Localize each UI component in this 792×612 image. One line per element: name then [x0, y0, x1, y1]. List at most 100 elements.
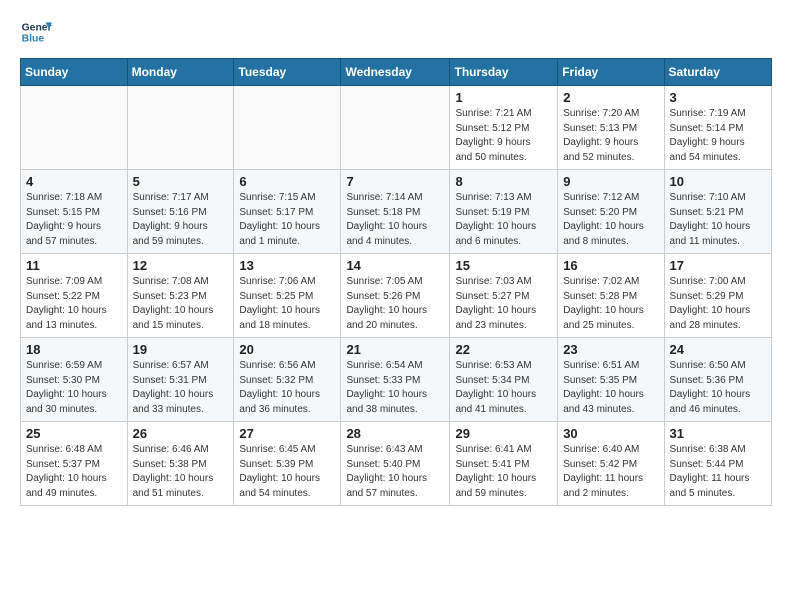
col-header-sunday: Sunday [21, 59, 128, 86]
calendar-cell: 23Sunrise: 6:51 AM Sunset: 5:35 PM Dayli… [558, 338, 664, 422]
day-info: Sunrise: 7:15 AM Sunset: 5:17 PM Dayligh… [239, 191, 335, 249]
calendar-cell: 1Sunrise: 7:21 AM Sunset: 5:12 PM Daylig… [450, 86, 558, 170]
day-info: Sunrise: 6:43 AM Sunset: 5:40 PM Dayligh… [346, 443, 444, 501]
day-number: 16 [563, 258, 658, 273]
calendar-header-row: SundayMondayTuesdayWednesdayThursdayFrid… [21, 59, 772, 86]
calendar-cell: 16 Sunrise: 7:02 AM Sunset: 5:28 PM Dayli… [558, 254, 664, 338]
calendar-week-2: 4 Sunrise: 7:18 AM Sunset: 5:15 PM Daylig… [21, 170, 772, 254]
day-number: 11 [26, 258, 122, 273]
calendar-cell: 20 Sunrise: 6:56 AM Sunset: 5:32 PM Dayli… [234, 338, 341, 422]
day-info: Sunrise: 7:02 AM Sunset: 5:28 PM Dayligh… [563, 275, 658, 333]
calendar-cell: 24 Sunrise: 6:50 AM Sunset: 5:36 PM Dayli… [664, 338, 771, 422]
calendar-cell: 2 Sunrise: 7:20 AM Sunset: 5:13 PM Daylig… [558, 86, 664, 170]
calendar-cell: 15 Sunrise: 7:03 AM Sunset: 5:27 PM Dayli… [450, 254, 558, 338]
day-info: Sunrise: 7:08 AM Sunset: 5:23 PM Dayligh… [133, 275, 229, 333]
calendar-cell: 19Sunrise: 6:57 AM Sunset: 5:31 PM Dayli… [127, 338, 234, 422]
calendar-week-1: 1Sunrise: 7:21 AM Sunset: 5:12 PM Daylig… [21, 86, 772, 170]
day-number: 20 [239, 342, 335, 357]
calendar-cell: 31Sunrise: 6:38 AM Sunset: 5:44 PM Dayli… [664, 422, 771, 506]
calendar-body: 1Sunrise: 7:21 AM Sunset: 5:12 PM Daylig… [21, 86, 772, 506]
day-number: 13 [239, 258, 335, 273]
calendar-cell: 27Sunrise: 6:45 AM Sunset: 5:39 PM Dayli… [234, 422, 341, 506]
calendar-cell: 21 Sunrise: 6:54 AM Sunset: 5:33 PM Dayli… [341, 338, 450, 422]
day-info: Sunrise: 6:53 AM Sunset: 5:34 PM Dayligh… [455, 359, 552, 417]
calendar-cell: 14 Sunrise: 7:05 AM Sunset: 5:26 PM Dayli… [341, 254, 450, 338]
day-info: Sunrise: 6:57 AM Sunset: 5:31 PM Dayligh… [133, 359, 229, 417]
day-info: Sunrise: 7:18 AM Sunset: 5:15 PM Dayligh… [26, 191, 122, 249]
day-info: Sunrise: 7:20 AM Sunset: 5:13 PM Dayligh… [563, 107, 658, 165]
day-info: Sunrise: 7:17 AM Sunset: 5:16 PM Dayligh… [133, 191, 229, 249]
day-number: 24 [670, 342, 766, 357]
calendar-cell: 25 Sunrise: 6:48 AM Sunset: 5:37 PM Dayli… [21, 422, 128, 506]
day-info: Sunrise: 7:19 AM Sunset: 5:14 PM Dayligh… [670, 107, 766, 165]
calendar-cell [234, 86, 341, 170]
calendar-cell: 4 Sunrise: 7:18 AM Sunset: 5:15 PM Daylig… [21, 170, 128, 254]
calendar-cell: 5 Sunrise: 7:17 AM Sunset: 5:16 PM Daylig… [127, 170, 234, 254]
calendar-cell: 10Sunrise: 7:10 AM Sunset: 5:21 PM Dayli… [664, 170, 771, 254]
day-info: Sunrise: 6:38 AM Sunset: 5:44 PM Dayligh… [670, 443, 766, 501]
day-number: 15 [455, 258, 552, 273]
day-number: 3 [670, 90, 766, 105]
logo: General Blue [20, 16, 56, 48]
col-header-saturday: Saturday [664, 59, 771, 86]
day-number: 25 [26, 426, 122, 441]
day-number: 4 [26, 174, 122, 189]
day-info: Sunrise: 6:46 AM Sunset: 5:38 PM Dayligh… [133, 443, 229, 501]
calendar-cell: 11 Sunrise: 7:09 AM Sunset: 5:22 PM Dayli… [21, 254, 128, 338]
col-header-friday: Friday [558, 59, 664, 86]
calendar-table: SundayMondayTuesdayWednesdayThursdayFrid… [20, 58, 772, 506]
day-info: Sunrise: 7:00 AM Sunset: 5:29 PM Dayligh… [670, 275, 766, 333]
day-info: Sunrise: 6:45 AM Sunset: 5:39 PM Dayligh… [239, 443, 335, 501]
calendar-cell: 22 Sunrise: 6:53 AM Sunset: 5:34 PM Dayli… [450, 338, 558, 422]
calendar-cell: 13 Sunrise: 7:06 AM Sunset: 5:25 PM Dayli… [234, 254, 341, 338]
day-info: Sunrise: 7:05 AM Sunset: 5:26 PM Dayligh… [346, 275, 444, 333]
calendar-cell: 3 Sunrise: 7:19 AM Sunset: 5:14 PM Daylig… [664, 86, 771, 170]
day-number: 14 [346, 258, 444, 273]
day-info: Sunrise: 7:06 AM Sunset: 5:25 PM Dayligh… [239, 275, 335, 333]
day-info: Sunrise: 6:59 AM Sunset: 5:30 PM Dayligh… [26, 359, 122, 417]
col-header-wednesday: Wednesday [341, 59, 450, 86]
day-number: 10 [670, 174, 766, 189]
day-info: Sunrise: 6:54 AM Sunset: 5:33 PM Dayligh… [346, 359, 444, 417]
day-info: Sunrise: 7:12 AM Sunset: 5:20 PM Dayligh… [563, 191, 658, 249]
col-header-monday: Monday [127, 59, 234, 86]
calendar-cell [341, 86, 450, 170]
col-header-tuesday: Tuesday [234, 59, 341, 86]
calendar-cell [127, 86, 234, 170]
calendar-cell: 17 Sunrise: 7:00 AM Sunset: 5:29 PM Dayli… [664, 254, 771, 338]
day-number: 17 [670, 258, 766, 273]
day-number: 21 [346, 342, 444, 357]
page-header: General Blue [20, 16, 772, 48]
day-number: 9 [563, 174, 658, 189]
day-number: 29 [455, 426, 552, 441]
day-info: Sunrise: 7:14 AM Sunset: 5:18 PM Dayligh… [346, 191, 444, 249]
calendar-cell: 7Sunrise: 7:14 AM Sunset: 5:18 PM Daylig… [341, 170, 450, 254]
day-number: 12 [133, 258, 229, 273]
day-info: Sunrise: 6:40 AM Sunset: 5:42 PM Dayligh… [563, 443, 658, 501]
day-number: 5 [133, 174, 229, 189]
logo-icon: General Blue [20, 16, 52, 48]
day-number: 28 [346, 426, 444, 441]
day-info: Sunrise: 7:03 AM Sunset: 5:27 PM Dayligh… [455, 275, 552, 333]
col-header-thursday: Thursday [450, 59, 558, 86]
day-info: Sunrise: 6:56 AM Sunset: 5:32 PM Dayligh… [239, 359, 335, 417]
day-info: Sunrise: 6:41 AM Sunset: 5:41 PM Dayligh… [455, 443, 552, 501]
calendar-cell: 8Sunrise: 7:13 AM Sunset: 5:19 PM Daylig… [450, 170, 558, 254]
day-number: 2 [563, 90, 658, 105]
day-number: 22 [455, 342, 552, 357]
day-info: Sunrise: 7:21 AM Sunset: 5:12 PM Dayligh… [455, 107, 552, 165]
day-info: Sunrise: 7:09 AM Sunset: 5:22 PM Dayligh… [26, 275, 122, 333]
day-info: Sunrise: 6:48 AM Sunset: 5:37 PM Dayligh… [26, 443, 122, 501]
day-number: 30 [563, 426, 658, 441]
calendar-cell: 9 Sunrise: 7:12 AM Sunset: 5:20 PM Daylig… [558, 170, 664, 254]
calendar-cell: 6Sunrise: 7:15 AM Sunset: 5:17 PM Daylig… [234, 170, 341, 254]
calendar-cell: 28 Sunrise: 6:43 AM Sunset: 5:40 PM Dayli… [341, 422, 450, 506]
day-number: 23 [563, 342, 658, 357]
calendar-cell: 12 Sunrise: 7:08 AM Sunset: 5:23 PM Dayli… [127, 254, 234, 338]
day-info: Sunrise: 6:50 AM Sunset: 5:36 PM Dayligh… [670, 359, 766, 417]
day-info: Sunrise: 7:13 AM Sunset: 5:19 PM Dayligh… [455, 191, 552, 249]
calendar-week-5: 25 Sunrise: 6:48 AM Sunset: 5:37 PM Dayli… [21, 422, 772, 506]
calendar-cell [21, 86, 128, 170]
calendar-cell: 30 Sunrise: 6:40 AM Sunset: 5:42 PM Dayli… [558, 422, 664, 506]
svg-text:Blue: Blue [22, 34, 45, 45]
